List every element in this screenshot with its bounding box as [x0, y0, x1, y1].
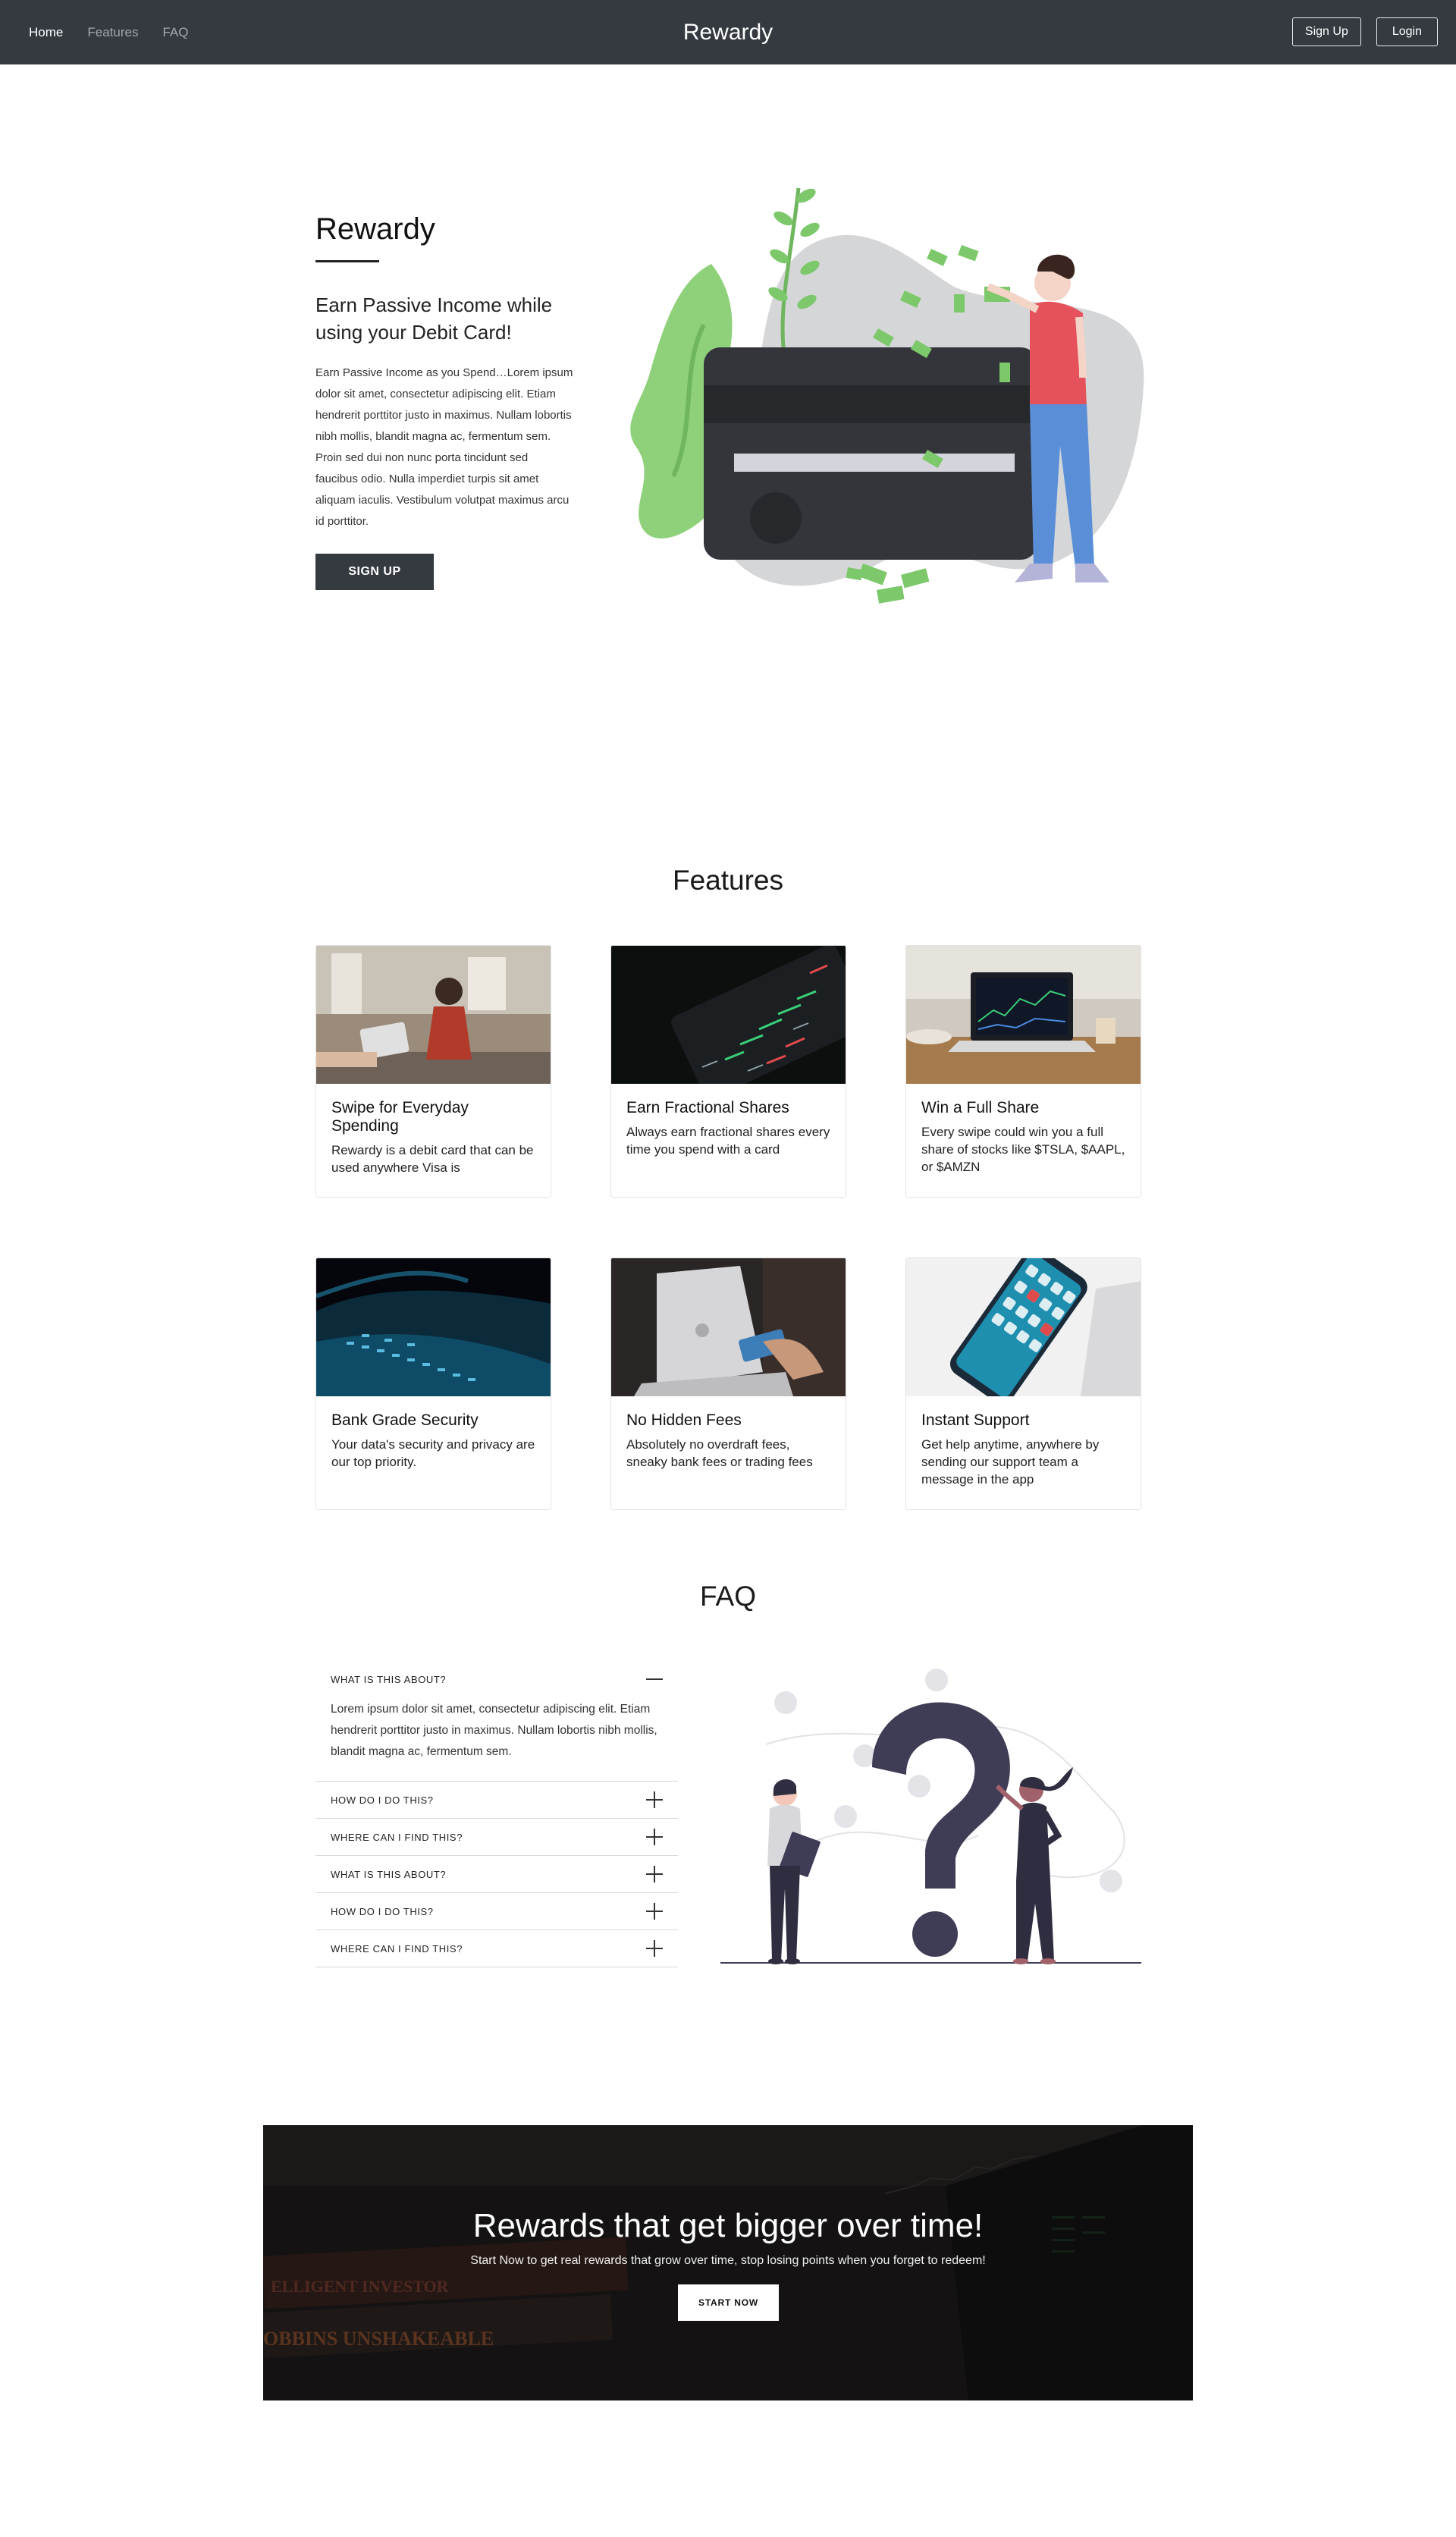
feature-text: Always earn fractional shares every time… [626, 1125, 830, 1157]
feature-text: Your data's security and privacy are our… [331, 1437, 535, 1469]
plus-icon[interactable] [646, 1866, 663, 1882]
signup-button[interactable]: Sign Up [1291, 17, 1361, 46]
feature-image [316, 1258, 551, 1396]
faq-item: HOW DO I DO THIS? [315, 1893, 678, 1930]
hero-title: Rewardy [315, 212, 435, 246]
hero-illustration [630, 187, 1144, 604]
feature-image [611, 1258, 846, 1396]
faq-item: WHAT IS THIS ABOUT? [315, 1856, 678, 1893]
feature-card[interactable]: No Hidden Fees Absolutely no overdraft f… [610, 1258, 846, 1510]
brand-logo-text[interactable]: Rewardy [683, 20, 773, 46]
faq-question-toggle[interactable]: HOW DO I DO THIS? [315, 1782, 678, 1818]
faq-question: WHERE CAN I FIND THIS? [331, 1831, 463, 1843]
cta-title: Rewards that get bigger over time! [472, 2207, 984, 2244]
faq-item: WHERE CAN I FIND THIS? [315, 1819, 678, 1856]
feature-image [906, 946, 1141, 1084]
cta-content: Rewards that get bigger over time! Start… [263, 2125, 1193, 2400]
hero-divider [315, 260, 379, 262]
feature-text: Get help anytime, anywhere by sending ou… [921, 1437, 1100, 1487]
minus-icon[interactable] [646, 1671, 663, 1688]
nav-link-faq[interactable]: FAQ [162, 25, 188, 40]
navbar: Home Features FAQ Rewardy Sign Up Login [0, 0, 1456, 64]
feature-image [316, 946, 551, 1084]
features-title: Features [672, 865, 783, 896]
feature-title: Bank Grade Security [331, 1411, 479, 1429]
start-now-button[interactable]: START NOW [678, 2284, 779, 2321]
faq-question-toggle[interactable]: WHAT IS THIS ABOUT? [315, 1661, 678, 1697]
feature-card[interactable]: Earn Fractional Shares Always earn fract… [610, 945, 846, 1198]
feature-text: Every swipe could win you a full share o… [921, 1125, 1125, 1174]
feature-image [611, 946, 846, 1084]
nav-link-home[interactable]: Home [29, 25, 63, 40]
faq-question: WHAT IS THIS ABOUT? [331, 1673, 447, 1685]
login-button[interactable]: Login [1376, 17, 1438, 46]
faq-accordion: WHAT IS THIS ABOUT? Lorem ipsum dolor si… [315, 1661, 678, 1967]
faq-question: HOW DO I DO THIS? [331, 1794, 434, 1806]
faq-question-toggle[interactable]: HOW DO I DO THIS? [315, 1893, 678, 1929]
faq-title: FAQ [699, 1581, 757, 1612]
hero-body: Earn Passive Income as you Spend…Lorem i… [315, 366, 573, 528]
faq-item: HOW DO I DO THIS? [315, 1782, 678, 1819]
faq-question: HOW DO I DO THIS? [331, 1905, 434, 1917]
feature-card[interactable]: Bank Grade Security Your data's security… [315, 1258, 551, 1510]
faq-item: WHAT IS THIS ABOUT? Lorem ipsum dolor si… [315, 1661, 678, 1782]
faq-question-toggle[interactable]: WHERE CAN I FIND THIS? [315, 1930, 678, 1967]
nav-buttons: Sign Up Login [1291, 17, 1438, 46]
cta-subtitle: Start Now to get real rewards that grow … [470, 2254, 986, 2267]
faq-answer: Lorem ipsum dolor sit amet, consectetur … [331, 1703, 657, 1758]
feature-image [906, 1258, 1141, 1396]
plus-icon[interactable] [646, 1903, 663, 1920]
hero-signup-button[interactable]: SIGN UP [315, 554, 434, 590]
hero-subtitle: Earn Passive Income while using your Deb… [315, 294, 553, 344]
feature-title: No Hidden Fees [626, 1411, 742, 1429]
feature-title: Instant Support [921, 1411, 1030, 1429]
nav-links: Home Features FAQ [29, 0, 212, 64]
faq-question: WHERE CAN I FIND THIS? [331, 1942, 463, 1955]
feature-card[interactable]: Instant Support Get help anytime, anywhe… [905, 1258, 1141, 1510]
feature-text: Rewardy is a debit card that can be used… [331, 1143, 534, 1175]
faq-question-toggle[interactable]: WHERE CAN I FIND THIS? [315, 1819, 678, 1855]
faq-question-toggle[interactable]: WHAT IS THIS ABOUT? [315, 1856, 678, 1892]
faq-illustration [720, 1669, 1141, 1964]
feature-title: Swipe for Everyday Spending [331, 1099, 469, 1135]
nav-link-features[interactable]: Features [87, 25, 138, 40]
plus-icon[interactable] [646, 1791, 663, 1808]
feature-title: Earn Fractional Shares [626, 1099, 789, 1116]
cta-banner: ELLIGENT INVESTOR OBBINS UNSHAKEABLE Rew… [263, 2125, 1193, 2400]
faq-item: WHERE CAN I FIND THIS? [315, 1930, 678, 1967]
plus-icon[interactable] [646, 1940, 663, 1957]
feature-card[interactable]: Swipe for Everyday Spending Rewardy is a… [315, 945, 551, 1198]
brand-container: Rewardy [0, 0, 1456, 64]
hero-text: Rewardy Earn Passive Income while using … [315, 212, 573, 590]
feature-title: Win a Full Share [921, 1099, 1040, 1116]
faq-question: WHAT IS THIS ABOUT? [331, 1868, 447, 1880]
plus-icon[interactable] [646, 1829, 663, 1845]
feature-text: Absolutely no overdraft fees, sneaky ban… [626, 1437, 813, 1469]
feature-card[interactable]: Win a Full Share Every swipe could win y… [905, 945, 1141, 1198]
